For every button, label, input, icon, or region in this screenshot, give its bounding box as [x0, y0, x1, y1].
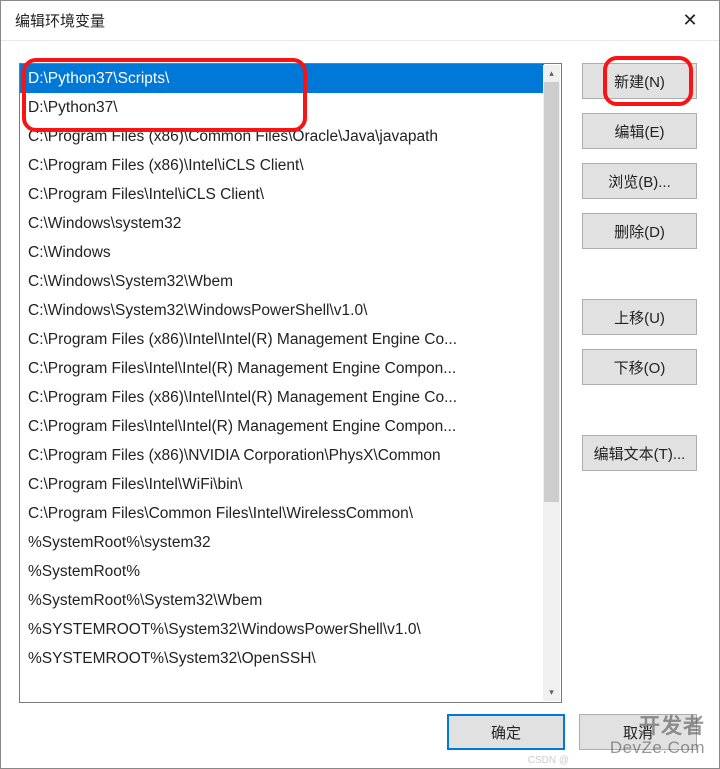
list-item[interactable]: C:\Windows\System32\WindowsPowerShell\v1… — [20, 296, 544, 325]
move-up-button[interactable]: 上移(U) — [582, 299, 697, 335]
list-item[interactable]: C:\Program Files (x86)\NVIDIA Corporatio… — [20, 441, 544, 470]
list-item[interactable]: %SYSTEMROOT%\System32\OpenSSH\ — [20, 644, 544, 673]
close-icon[interactable]: ✕ — [673, 10, 707, 31]
scrollbar[interactable]: ▴ ▾ — [543, 65, 560, 701]
list-item[interactable]: C:\Program Files\Common Files\Intel\Wire… — [20, 499, 544, 528]
dialog-window: 编辑环境变量 ✕ D:\Python37\Scripts\D:\Python37… — [0, 0, 720, 769]
button-column: 新建(N) 编辑(E) 浏览(B)... 删除(D) 上移(U) 下移(O) 编… — [582, 63, 697, 768]
list-item[interactable]: C:\Program Files\Intel\WiFi\bin\ — [20, 470, 544, 499]
list-item[interactable]: C:\Windows\system32 — [20, 209, 544, 238]
list-item[interactable]: D:\Python37\ — [20, 93, 544, 122]
edit-text-button[interactable]: 编辑文本(T)... — [582, 435, 697, 471]
list-item[interactable]: %SystemRoot% — [20, 557, 544, 586]
list-item[interactable]: C:\Program Files\Intel\Intel(R) Manageme… — [20, 412, 544, 441]
new-button[interactable]: 新建(N) — [582, 63, 697, 99]
browse-button[interactable]: 浏览(B)... — [582, 163, 697, 199]
list-item[interactable]: %SystemRoot%\System32\Wbem — [20, 586, 544, 615]
delete-button[interactable]: 删除(D) — [582, 213, 697, 249]
scroll-up-icon[interactable]: ▴ — [543, 65, 560, 82]
list-item[interactable]: D:\Python37\Scripts\ — [20, 64, 544, 93]
list-item[interactable]: C:\Program Files (x86)\Intel\Intel(R) Ma… — [20, 325, 544, 354]
path-list-wrapper: D:\Python37\Scripts\D:\Python37\C:\Progr… — [19, 63, 564, 768]
ok-button[interactable]: 确定 — [447, 714, 565, 750]
list-item[interactable]: C:\Program Files\Intel\Intel(R) Manageme… — [20, 354, 544, 383]
list-item[interactable]: C:\Program Files (x86)\Common Files\Orac… — [20, 122, 544, 151]
list-item[interactable]: C:\Windows\System32\Wbem — [20, 267, 544, 296]
list-item[interactable]: %SYSTEMROOT%\System32\WindowsPowerShell\… — [20, 615, 544, 644]
path-listbox[interactable]: D:\Python37\Scripts\D:\Python37\C:\Progr… — [19, 63, 562, 703]
content-area: D:\Python37\Scripts\D:\Python37\C:\Progr… — [1, 41, 719, 768]
scroll-thumb[interactable] — [544, 82, 559, 502]
window-title: 编辑环境变量 — [15, 10, 105, 31]
list-item[interactable]: %SystemRoot%\system32 — [20, 528, 544, 557]
footer-buttons: 确定 取消 — [447, 714, 697, 750]
scroll-down-icon[interactable]: ▾ — [543, 684, 560, 701]
list-item[interactable]: C:\Program Files\Intel\iCLS Client\ — [20, 180, 544, 209]
list-item[interactable]: C:\Program Files (x86)\Intel\Intel(R) Ma… — [20, 383, 544, 412]
move-down-button[interactable]: 下移(O) — [582, 349, 697, 385]
edit-button[interactable]: 编辑(E) — [582, 113, 697, 149]
list-item[interactable]: C:\Program Files (x86)\Intel\iCLS Client… — [20, 151, 544, 180]
list-item[interactable]: C:\Windows — [20, 238, 544, 267]
cancel-button[interactable]: 取消 — [579, 714, 697, 750]
titlebar: 编辑环境变量 ✕ — [1, 1, 719, 41]
